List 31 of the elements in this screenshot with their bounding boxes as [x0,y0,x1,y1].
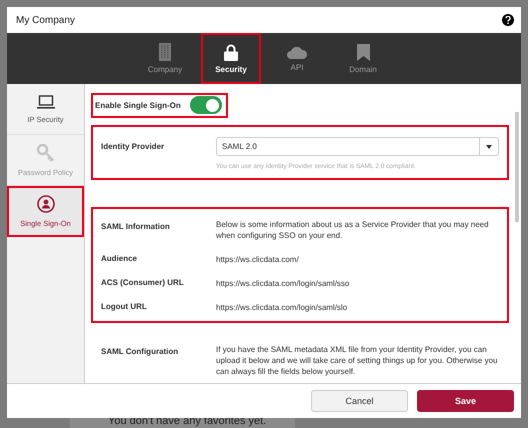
tab[interactable]: Company [135,33,195,84]
toggle-label: Enable Single Sign-On [95,100,181,110]
cancel-button[interactable]: Cancel [311,390,408,412]
field-label: Audience [101,254,138,263]
field-value: https://ws.clicdata.com/login/saml/slo [216,302,348,313]
field-value: https://ws.clicdata.com/ [216,254,300,265]
tab[interactable]: Security [201,33,261,84]
field-label: SAML Information [101,222,171,231]
user-icon [36,194,54,212]
key-icon [36,144,54,162]
building-icon [159,43,171,61]
save-button[interactable]: Save [417,390,514,412]
toggle-switch[interactable] [190,96,222,114]
field-label: SAML Configuration [101,347,180,356]
help-icon[interactable] [502,14,514,26]
bookmark-icon [356,44,370,60]
field-label: Identity Provider [101,142,166,151]
window-title: My Company [16,14,75,26]
lock-icon [224,44,238,60]
scrollbar[interactable] [515,112,519,222]
provider-dropdown[interactable]: SAML 2.0 [216,137,499,156]
field-value: Below is some information about us as a Service Provider that you may need when configuring SSO on your end. [216,219,490,241]
caret-icon [486,144,492,148]
field-value: If you have the SAML metadata XML file from your Identity Provider, you can upload it below and we will take care of setting things up for you. Otherwise you can always fill the fields below yourself. [216,344,498,377]
laptop-icon [36,94,54,108]
field-value: https://ws.clicdata.com/login/saml/sso [216,278,350,289]
field-label: ACS (Consumer) URL [101,278,185,287]
tab[interactable]: Domain [333,33,393,84]
field-label: Logout URL [101,302,148,311]
tab[interactable]: API [267,33,327,84]
cloud-icon [287,45,307,59]
